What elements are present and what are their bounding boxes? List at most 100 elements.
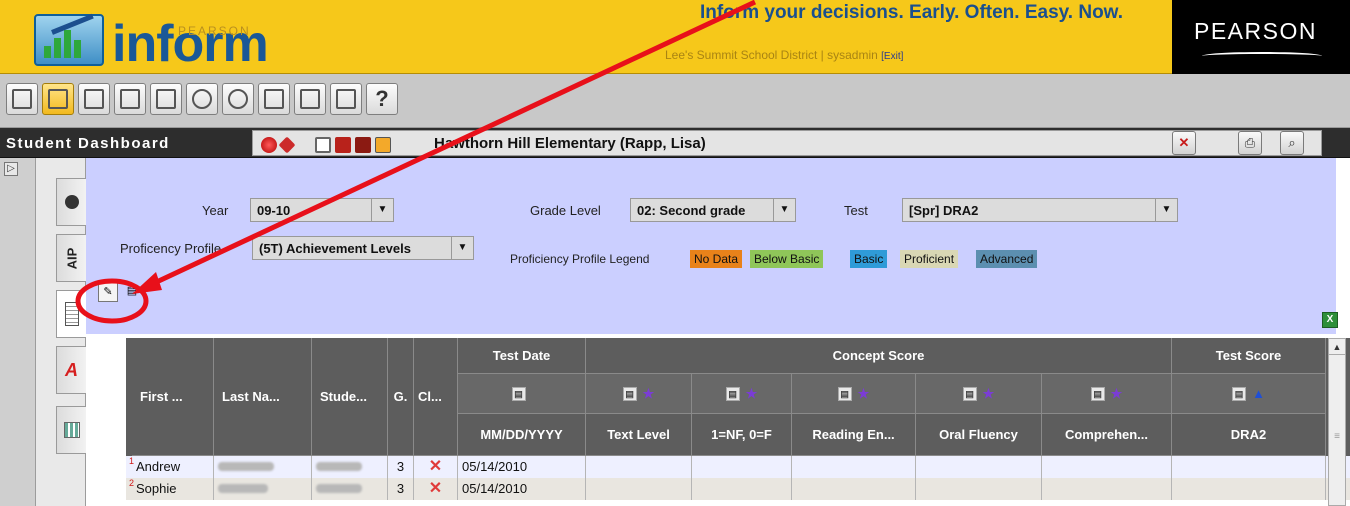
grid-view-button[interactable] xyxy=(6,83,38,115)
tab-scores[interactable] xyxy=(56,290,86,338)
col-comprehension[interactable]: Comprehen... xyxy=(1042,414,1172,456)
text-level-cell[interactable] xyxy=(586,478,692,500)
reading-cell[interactable] xyxy=(792,478,916,500)
nf-cell[interactable] xyxy=(692,478,792,500)
edit-scores-button[interactable]: ✎ xyxy=(98,282,118,302)
first-name-cell: Sophie xyxy=(132,478,214,500)
comprehension-cell[interactable] xyxy=(1042,478,1172,500)
scroll-thumb[interactable]: ≡ xyxy=(1330,431,1344,453)
pin-icon[interactable] xyxy=(278,136,296,154)
grade-cell: 3 xyxy=(388,478,414,500)
col-nf[interactable]: 1=NF, 0=F xyxy=(692,414,792,456)
chart-logo-icon xyxy=(34,13,104,66)
profile-value: (5T) Achievement Levels xyxy=(259,241,411,256)
tab-profile[interactable] xyxy=(56,178,86,226)
last-name-cell xyxy=(214,456,312,478)
edit-column-icon[interactable]: ▤ xyxy=(622,386,637,401)
student-dashboard-button[interactable] xyxy=(42,83,74,115)
chevron-down-icon: ▼ xyxy=(773,199,795,221)
school-building-icon[interactable] xyxy=(335,137,351,153)
legend-below-basic: Below Basic xyxy=(750,250,824,268)
help-button[interactable]: ? xyxy=(366,83,398,115)
groups-button[interactable] xyxy=(186,83,218,115)
col-student-id[interactable]: Stude... xyxy=(312,338,388,456)
table-row[interactable]: 1 Andrew 3 ✕ 05/14/2010 xyxy=(126,456,1350,478)
chevron-down-icon: ▼ xyxy=(371,199,393,221)
search-icon: ⌕ xyxy=(1288,135,1296,150)
col-grade[interactable]: G. xyxy=(388,338,414,456)
table-row[interactable]: 2 Sophie 3 ✕ 05/14/2010 xyxy=(126,478,1350,500)
lock-scores-button[interactable]: ▤ xyxy=(122,282,142,302)
tab-calendar[interactable] xyxy=(56,406,86,454)
col-test-date[interactable]: MM/DD/YYYY xyxy=(458,414,586,456)
person-icon xyxy=(64,195,79,209)
star-icon: ★ xyxy=(982,385,995,401)
print-button[interactable]: ⎙ xyxy=(1238,131,1262,155)
nf-cell[interactable] xyxy=(692,456,792,478)
nf-icons: ▤ ★ xyxy=(692,374,792,414)
exit-link[interactable]: [Exit] xyxy=(881,51,903,62)
oral-fluency-cell[interactable] xyxy=(916,456,1042,478)
edit-column-icon[interactable]: ▤ xyxy=(511,386,526,401)
profile-label: Proficency Profile xyxy=(120,241,222,256)
tools-button[interactable] xyxy=(294,83,326,115)
grade-cell: 3 xyxy=(388,456,414,478)
edit-column-icon[interactable]: ▤ xyxy=(962,386,977,401)
col-first-name[interactable]: First ... xyxy=(132,338,214,456)
edit-column-icon[interactable]: ▤ xyxy=(725,386,740,401)
dra2-cell[interactable] xyxy=(1172,478,1326,500)
dra2-cell[interactable] xyxy=(1172,456,1326,478)
export-button[interactable] xyxy=(330,83,362,115)
test-value: [Spr] DRA2 xyxy=(909,203,979,218)
legend-proficient: Proficient xyxy=(900,250,959,268)
edit-column-icon[interactable]: ▤ xyxy=(1090,386,1105,401)
remove-x-icon[interactable]: ✕ xyxy=(429,458,442,475)
test-select[interactable]: [Spr] DRA2 ▼ xyxy=(902,198,1178,222)
record-icon[interactable] xyxy=(261,137,277,153)
assessment-a-icon: A xyxy=(65,359,78,380)
year-select[interactable]: 09-10 ▼ xyxy=(250,198,394,222)
last-name-cell xyxy=(214,478,312,500)
print-icon: ⎙ xyxy=(1244,135,1256,150)
col-reading[interactable]: Reading En... xyxy=(792,414,916,456)
test-date-cell[interactable]: 05/14/2010 xyxy=(458,478,586,500)
col-oral-fluency[interactable]: Oral Fluency xyxy=(916,414,1042,456)
chart-icon xyxy=(156,89,176,109)
edit-column-icon[interactable]: ▤ xyxy=(837,386,852,401)
col-dra2[interactable]: DRA2 xyxy=(1172,414,1326,456)
comprehension-cell[interactable] xyxy=(1042,456,1172,478)
expand-panel-button[interactable]: ▷ xyxy=(4,162,18,176)
grade-level-select[interactable]: 02: Second grade ▼ xyxy=(630,198,796,222)
search-button[interactable]: ⌕ xyxy=(1280,131,1304,155)
scroll-up-icon[interactable]: ▲ xyxy=(1329,339,1345,355)
col-class[interactable]: Cl... xyxy=(414,338,458,456)
gauge-button[interactable] xyxy=(222,83,254,115)
tab-assessment[interactable]: A xyxy=(56,346,86,394)
home-icon[interactable] xyxy=(355,137,371,153)
tab-aip[interactable]: AIP xyxy=(56,234,86,282)
group-test-score: Test Score xyxy=(1172,338,1326,374)
tests-button[interactable] xyxy=(114,83,146,115)
test-label: Test xyxy=(844,203,868,218)
teacher-icon[interactable] xyxy=(375,137,391,153)
dashboard-bar: Student Dashboard Hawthorn Hill Elementa… xyxy=(0,128,1350,158)
col-last-name[interactable]: Last Na... xyxy=(214,338,312,456)
table-scrollbar[interactable]: ▲ ≡ xyxy=(1328,338,1346,506)
star-icon: ★ xyxy=(1110,385,1123,401)
profile-select[interactable]: (5T) Achievement Levels ▼ xyxy=(252,236,474,260)
export-excel-icon[interactable]: X xyxy=(1322,312,1338,328)
col-text-level[interactable]: Text Level xyxy=(586,414,692,456)
grade-level-value: 02: Second grade xyxy=(637,203,746,218)
remove-x-icon[interactable]: ✕ xyxy=(429,480,442,497)
reports-button[interactable] xyxy=(78,83,110,115)
remove-student-button[interactable]: ✕ xyxy=(1172,131,1196,155)
oral-fluency-cell[interactable] xyxy=(916,478,1042,500)
list-button[interactable] xyxy=(258,83,290,115)
test-date-cell[interactable]: 05/14/2010 xyxy=(458,456,586,478)
reading-cell[interactable] xyxy=(792,456,916,478)
edit-column-icon[interactable]: ▤ xyxy=(1232,386,1247,401)
text-level-cell[interactable] xyxy=(586,456,692,478)
group-icon xyxy=(192,89,212,109)
hierarchy-icon[interactable] xyxy=(315,137,331,153)
charts-button[interactable] xyxy=(150,83,182,115)
